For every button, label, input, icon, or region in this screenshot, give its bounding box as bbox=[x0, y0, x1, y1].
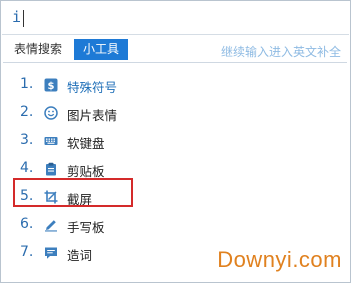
tab-emoji-search[interactable]: 表情搜索 bbox=[7, 39, 69, 60]
tab-bar: 表情搜索 小工具 继续输入进入英文补全 bbox=[2, 36, 349, 61]
item-number: 1. bbox=[20, 76, 34, 92]
clipboard-icon bbox=[46, 162, 56, 176]
list-item-picture-emoticons[interactable]: 2. 图片表情 bbox=[3, 101, 347, 125]
text-caret bbox=[23, 10, 24, 27]
input-row[interactable]: i bbox=[2, 2, 349, 35]
list-item-handwriting[interactable]: 6. 手写板 bbox=[3, 213, 347, 237]
item-number: 2. bbox=[20, 104, 34, 120]
watermark: Downyi.com bbox=[217, 247, 342, 272]
english-completion-hint: 继续输入进入英文补全 bbox=[220, 45, 341, 59]
composition-text[interactable]: i bbox=[12, 8, 21, 26]
svg-text:$: $ bbox=[48, 81, 55, 92]
item-number: 6. bbox=[20, 216, 34, 232]
keyboard-icon bbox=[44, 137, 58, 145]
item-label: 手写板 bbox=[67, 220, 105, 235]
item-number: 4. bbox=[20, 160, 34, 176]
tab-tools[interactable]: 小工具 bbox=[74, 39, 129, 60]
ime-panel: i 表情搜索 小工具 继续输入进入英文补全 1. $ 特殊符号 2. 图片表情 … bbox=[0, 0, 351, 283]
highlight-annotation-box bbox=[13, 178, 133, 207]
dollar-icon: $ bbox=[44, 78, 58, 92]
item-label: 特殊符号 bbox=[67, 80, 118, 95]
item-label: 图片表情 bbox=[67, 108, 118, 123]
list-item-soft-keyboard[interactable]: 3. 软键盘 bbox=[3, 129, 347, 153]
list-item-special-symbols[interactable]: 1. $ 特殊符号 bbox=[3, 73, 347, 97]
item-number: 7. bbox=[20, 244, 34, 260]
item-number: 3. bbox=[20, 132, 34, 148]
smiley-icon bbox=[44, 106, 58, 120]
item-label: 造词 bbox=[67, 248, 93, 263]
pen-icon bbox=[45, 220, 57, 232]
chat-bubble-icon bbox=[45, 247, 57, 259]
item-label: 软键盘 bbox=[67, 136, 105, 151]
